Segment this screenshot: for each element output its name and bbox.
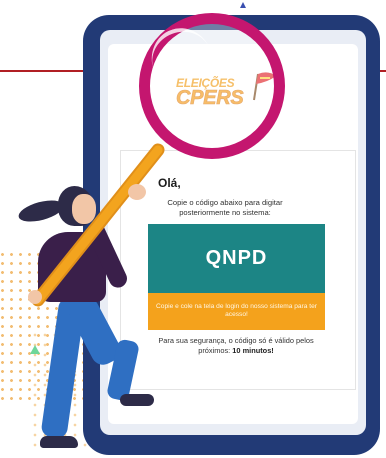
illustration-canvas: ELEIÇÕES CPERS Olá, Copie o código abaix… xyxy=(0,0,386,458)
woman-hand-lower xyxy=(28,290,42,304)
decorative-triangle xyxy=(30,345,40,354)
woman-hand-upper xyxy=(128,184,146,200)
decorative-triangle-small xyxy=(240,2,246,8)
